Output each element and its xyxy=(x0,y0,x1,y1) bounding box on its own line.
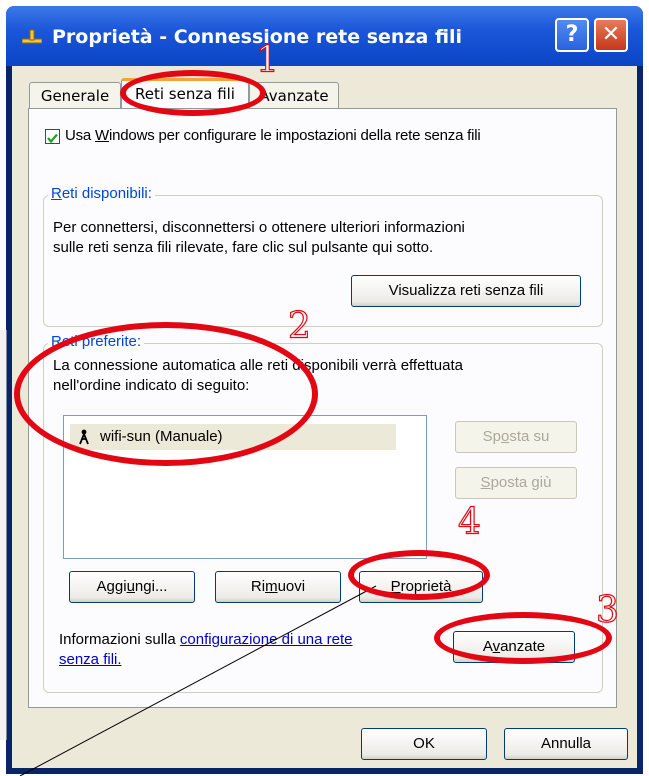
annotation-number-1: 1 xyxy=(255,39,279,81)
annotation-ellipse-2 xyxy=(14,322,318,466)
annotation-ellipse-4 xyxy=(348,550,490,600)
annotation-number-3: 3 xyxy=(595,589,619,631)
annotation-number-2: 2 xyxy=(287,305,311,347)
annotation-ellipse-1 xyxy=(120,70,266,116)
annotation-ellipse-3 xyxy=(434,612,612,664)
annotation-number-4: 4 xyxy=(457,501,481,543)
